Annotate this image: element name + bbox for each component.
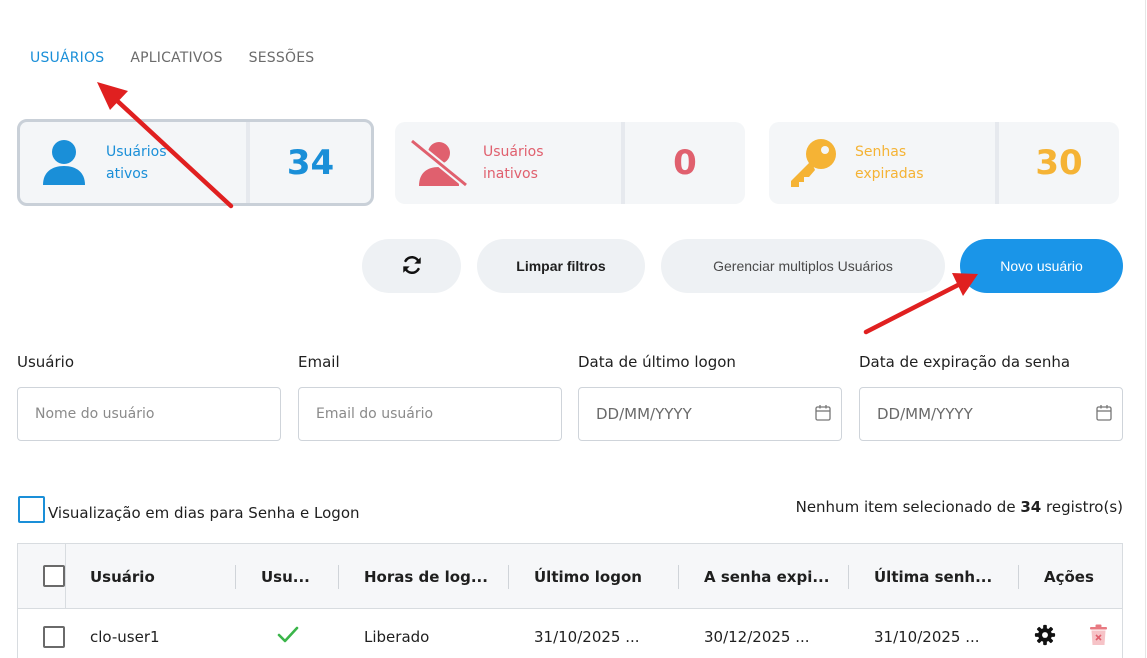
cell-logon-hours: Liberado [364,628,430,646]
tab-usuarios[interactable]: USUÁRIOS [30,50,104,66]
stat-expired-label-line1: Senhas [855,144,907,160]
refresh-icon [401,254,423,279]
column-header-last-logon[interactable]: Último logon [534,568,642,586]
user-name-input[interactable]: Nome do usuário [17,387,281,441]
selection-count: 34 [1020,498,1042,516]
tab-sessoes[interactable]: SESSÕES [249,50,315,66]
stat-expired-label: Senhas expiradas [855,141,924,185]
selection-prefix: Nenhum item selecionado de [795,498,1016,516]
filter-password-expiry-label: Data de expiração da senha [859,353,1071,371]
filter-email-label: Email [298,353,340,371]
selection-info: Nenhum item selecionado de 34 registro(s… [796,498,1123,516]
checkbox-column-divider [65,544,66,609]
key-icon [787,137,839,189]
calendar-icon[interactable] [815,404,831,425]
stat-active-count: 34 [286,142,335,183]
stat-inactive-label-line1: Usuários [483,144,544,160]
new-user-button[interactable]: Novo usuário [960,239,1123,293]
stat-card-expired-passwords-label-area: Senhas expiradas [769,122,999,204]
cell-user: clo-user1 [90,628,160,646]
manage-multiple-users-button[interactable]: Gerenciar multiplos Usuários [661,239,945,293]
tab-aplicativos[interactable]: APLICATIVOS [130,50,222,66]
clear-filters-button[interactable]: Limpar filtros [477,239,645,293]
column-divider[interactable] [678,565,679,589]
column-header-usuario[interactable]: Usuário [90,568,155,586]
column-divider[interactable] [508,565,509,589]
stat-card-inactive-users[interactable]: Usuários inativos 0 [395,122,745,204]
stat-inactive-label-line2: inativos [483,166,538,182]
stat-active-label-line1: Usuários [106,143,167,160]
stat-expired-count: 30 [1035,143,1083,183]
days-view-checkbox[interactable] [18,496,45,523]
email-input-placeholder: Email do usuário [316,406,434,422]
tab-bar: USUÁRIOS APLICATIVOS SESSÕES [30,50,314,66]
column-divider[interactable] [1018,565,1019,589]
user-name-input-placeholder: Nome do usuário [35,406,155,422]
column-header-actions: Ações [1044,568,1094,586]
refresh-button[interactable] [362,239,461,293]
stat-expired-label-line2: expiradas [855,166,924,182]
cell-last-password: 31/10/2025 ... [874,628,980,646]
stat-active-label-line2: ativos [106,165,149,182]
last-logon-date-placeholder: DD/MM/YYYY [596,405,692,423]
password-expiry-date-input[interactable]: DD/MM/YYYY [859,387,1123,441]
password-expiry-date-placeholder: DD/MM/YYYY [877,405,973,423]
column-divider[interactable] [235,565,236,589]
column-header-status[interactable]: Usu... [261,568,310,586]
stat-inactive-label: Usuários inativos [483,141,544,185]
stat-inactive-count: 0 [673,143,697,183]
check-icon [277,626,299,648]
cell-last-logon: 31/10/2025 ... [534,628,640,646]
row-checkbox[interactable] [43,626,65,648]
stat-card-active-users-label-area: Usuários ativos [20,122,250,203]
cell-password-expires: 30/12/2025 ... [704,628,810,646]
stat-card-inactive-users-label-area: Usuários inativos [395,122,625,204]
gear-icon[interactable] [1034,624,1056,650]
select-all-checkbox[interactable] [43,565,65,587]
stat-active-label: Usuários ativos [106,141,167,185]
selection-suffix: registro(s) [1046,498,1123,516]
days-view-label: Visualização em dias para Senha e Logon [48,504,360,522]
column-divider[interactable] [848,565,849,589]
filter-last-logon-label: Data de último logon [578,353,736,371]
column-header-logon-hours[interactable]: Horas de log... [364,568,488,586]
filter-user-label: Usuário [17,353,75,371]
users-table: Usuário Usu... Horas de log... Último lo… [17,543,1123,658]
calendar-icon[interactable] [1096,404,1112,425]
stat-card-expired-passwords[interactable]: Senhas expiradas 30 [769,122,1119,204]
email-input[interactable]: Email do usuário [298,387,562,441]
column-divider[interactable] [338,565,339,589]
user-slash-icon [409,138,469,188]
table-header: Usuário Usu... Horas de log... Último lo… [18,544,1122,609]
stat-card-active-users[interactable]: Usuários ativos 34 [17,119,374,206]
user-icon [42,139,86,187]
trash-icon[interactable] [1089,624,1108,650]
column-header-password-expires[interactable]: A senha expi... [704,568,829,586]
column-header-last-password[interactable]: Última senh... [874,568,992,586]
last-logon-date-input[interactable]: DD/MM/YYYY [578,387,842,441]
